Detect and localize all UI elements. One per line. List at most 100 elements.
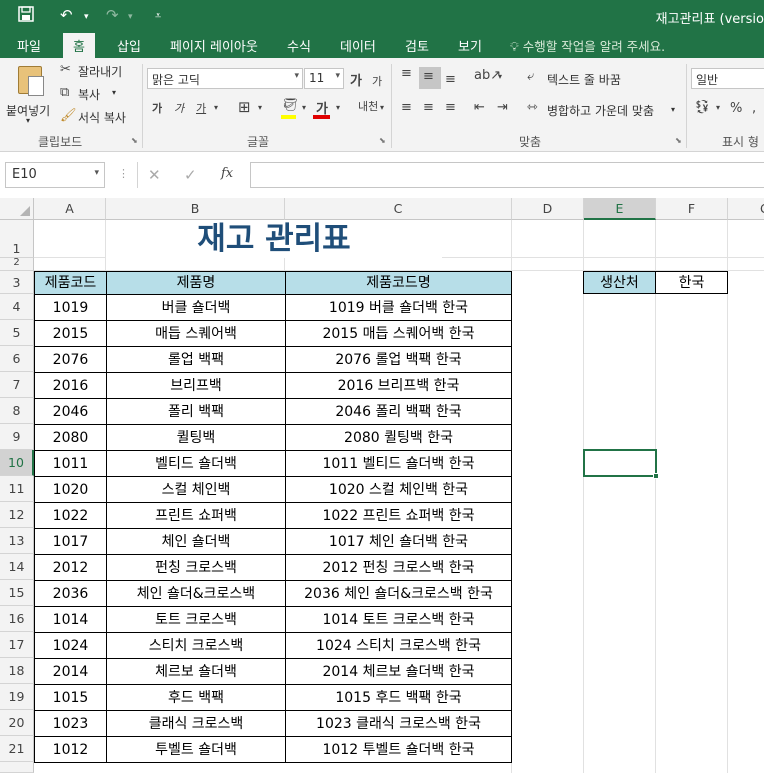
- row-header-20[interactable]: 20: [0, 710, 34, 736]
- align-right-icon[interactable]: ≡: [445, 100, 456, 115]
- row-header-2[interactable]: 2: [0, 258, 34, 271]
- decrease-font-icon[interactable]: 가: [372, 73, 382, 89]
- column-header-a[interactable]: A: [34, 198, 106, 220]
- column-header-c[interactable]: C: [285, 198, 512, 220]
- row-header-16[interactable]: 16: [0, 606, 34, 632]
- accounting-dropdown-icon[interactable]: ▾: [716, 103, 720, 112]
- code-cell[interactable]: 1011: [35, 451, 107, 477]
- code-name-cell[interactable]: 2014 체르보 숄더백 한국: [286, 659, 512, 685]
- code-cell[interactable]: 2015: [35, 321, 107, 347]
- row-header-17[interactable]: 17: [0, 632, 34, 658]
- code-name-cell[interactable]: 1024 스티치 크로스백 한국: [286, 633, 512, 659]
- row-header-9[interactable]: 9: [0, 424, 34, 450]
- name-cell[interactable]: 스티치 크로스백: [107, 633, 286, 659]
- name-cell[interactable]: 롤업 백팩: [107, 347, 286, 373]
- row-header-10[interactable]: 10: [0, 450, 34, 476]
- undo-dropdown-icon[interactable]: ▾: [84, 12, 89, 22]
- worksheet-grid[interactable]: A B C D E F G 1 2 3 4 5 6 7 8 9 10 11 12…: [0, 198, 764, 773]
- save-icon[interactable]: [18, 6, 34, 26]
- align-center-icon[interactable]: ≡: [423, 100, 434, 115]
- active-cell-e10[interactable]: [583, 449, 657, 477]
- underline-dropdown-icon[interactable]: ▾: [214, 103, 218, 112]
- row-header-6[interactable]: 6: [0, 346, 34, 372]
- tab-review[interactable]: 검토: [405, 36, 429, 55]
- code-cell[interactable]: 1017: [35, 529, 107, 555]
- fill-dropdown-icon[interactable]: ▾: [302, 103, 306, 112]
- row-header-5[interactable]: 5: [0, 320, 34, 346]
- insert-function-icon[interactable]: fx: [221, 166, 233, 181]
- alignment-launcher-icon[interactable]: ⬊: [675, 136, 682, 145]
- header-product-code-name[interactable]: 제품코드명: [286, 272, 512, 295]
- row-header-8[interactable]: 8: [0, 398, 34, 424]
- name-cell[interactable]: 체인 숄더백: [107, 529, 286, 555]
- tell-me-box[interactable]: 💡︎ 수행할 작업을 알려 주세요.: [510, 36, 665, 55]
- copy-dropdown-icon[interactable]: ▾: [112, 88, 116, 97]
- paste-button[interactable]: 붙여넣기 ▾: [6, 64, 54, 126]
- increase-font-icon[interactable]: 가: [350, 70, 362, 89]
- orientation-dropdown-icon[interactable]: ▾: [498, 72, 502, 81]
- code-name-cell[interactable]: 2046 폴리 백팩 한국: [286, 399, 512, 425]
- row-header-12[interactable]: 12: [0, 502, 34, 528]
- sheet-title[interactable]: 재고 관리표: [106, 220, 442, 258]
- phonetic-icon[interactable]: 내천: [358, 98, 378, 114]
- tab-formulas[interactable]: 수식: [287, 36, 311, 55]
- code-name-cell[interactable]: 2036 체인 숄더&크로스백 한국: [286, 581, 512, 607]
- code-cell[interactable]: 2036: [35, 581, 107, 607]
- column-header-e[interactable]: E: [584, 198, 656, 220]
- percent-icon[interactable]: %: [730, 101, 742, 116]
- font-color-dropdown-icon[interactable]: ▾: [336, 103, 340, 112]
- clipboard-launcher-icon[interactable]: ⬊: [131, 136, 138, 145]
- increase-indent-icon[interactable]: ⇥: [497, 100, 508, 115]
- tab-page-layout[interactable]: 페이지 레이아웃: [170, 36, 258, 55]
- row-header-11[interactable]: 11: [0, 476, 34, 502]
- row-header-3[interactable]: 3: [0, 271, 34, 294]
- row-header-21[interactable]: 21: [0, 736, 34, 762]
- name-cell[interactable]: 체르보 숄더백: [107, 659, 286, 685]
- tab-insert[interactable]: 삽입: [117, 36, 141, 55]
- row-header-4[interactable]: 4: [0, 294, 34, 320]
- enter-icon[interactable]: ✓: [184, 166, 197, 184]
- italic-icon[interactable]: 가: [174, 100, 184, 116]
- tab-view[interactable]: 보기: [458, 36, 482, 55]
- font-size-combo[interactable]: 11 ▾: [304, 68, 344, 89]
- origin-value-cell[interactable]: 한국: [656, 271, 728, 294]
- name-cell[interactable]: 토트 크로스백: [107, 607, 286, 633]
- column-header-b[interactable]: B: [106, 198, 285, 220]
- name-cell[interactable]: 프린트 쇼퍼백: [107, 503, 286, 529]
- copy-button[interactable]: 복사: [78, 86, 100, 103]
- code-name-cell[interactable]: 1023 클래식 크로스백 한국: [286, 711, 512, 737]
- redo-icon[interactable]: ↷: [106, 6, 119, 24]
- redo-dropdown-icon[interactable]: ▾: [128, 12, 133, 22]
- code-name-cell[interactable]: 1015 후드 백팩 한국: [286, 685, 512, 711]
- code-cell[interactable]: 2080: [35, 425, 107, 451]
- tab-file[interactable]: 파일: [17, 36, 41, 55]
- name-cell[interactable]: 매듭 스퀘어백: [107, 321, 286, 347]
- font-launcher-icon[interactable]: ⬊: [379, 136, 386, 145]
- code-name-cell[interactable]: 2080 퀼팅백 한국: [286, 425, 512, 451]
- name-cell[interactable]: 스컬 체인백: [107, 477, 286, 503]
- code-name-cell[interactable]: 2016 브리프백 한국: [286, 373, 512, 399]
- code-cell[interactable]: 1024: [35, 633, 107, 659]
- column-header-d[interactable]: D: [512, 198, 584, 220]
- merge-center-button[interactable]: 병합하고 가운데 맞춤: [547, 102, 654, 119]
- code-cell[interactable]: 2076: [35, 347, 107, 373]
- code-name-cell[interactable]: 1017 체인 숄더백 한국: [286, 529, 512, 555]
- code-name-cell[interactable]: 2012 펀칭 크로스백 한국: [286, 555, 512, 581]
- header-product-name[interactable]: 제품명: [107, 272, 286, 295]
- row-header-22[interactable]: [0, 762, 34, 773]
- row-header-1[interactable]: 1: [0, 220, 34, 258]
- row-header-15[interactable]: 15: [0, 580, 34, 606]
- fill-color-icon[interactable]: 🪣︎: [282, 98, 299, 113]
- format-painter-button[interactable]: 서식 복사: [78, 109, 126, 126]
- code-name-cell[interactable]: 2015 매듭 스퀘어백 한국: [286, 321, 512, 347]
- name-cell[interactable]: 투벨트 숄더백: [107, 737, 286, 763]
- code-cell[interactable]: 1022: [35, 503, 107, 529]
- number-format-combo[interactable]: 일반: [691, 68, 764, 89]
- code-cell[interactable]: 2014: [35, 659, 107, 685]
- align-bottom-icon[interactable]: ≡: [445, 72, 456, 87]
- origin-label-cell[interactable]: 생산처: [583, 271, 656, 294]
- name-cell[interactable]: 버클 숄더백: [107, 295, 286, 321]
- row-header-14[interactable]: 14: [0, 554, 34, 580]
- undo-icon[interactable]: ↶: [60, 6, 73, 24]
- column-header-f[interactable]: F: [656, 198, 728, 220]
